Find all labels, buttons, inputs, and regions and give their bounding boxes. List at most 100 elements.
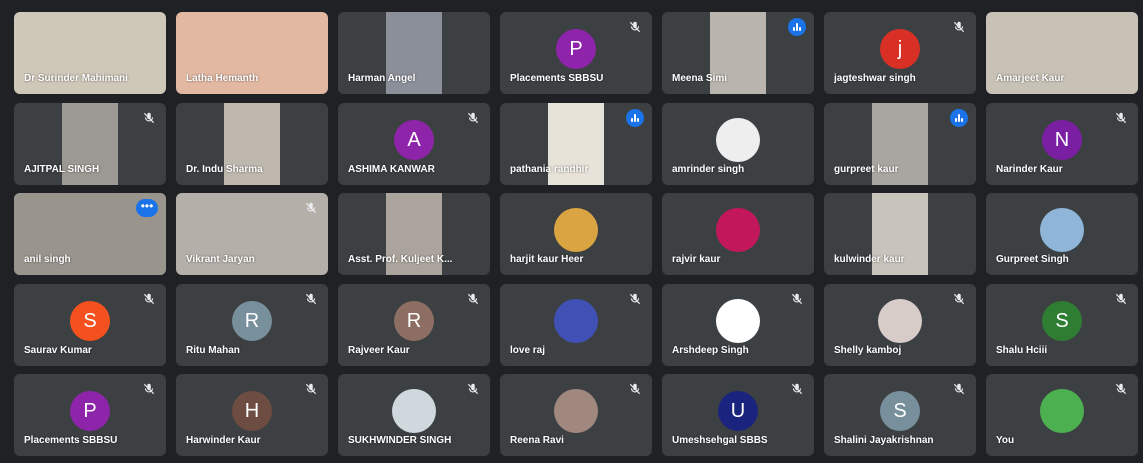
- participant-profile-photo: [878, 298, 922, 343]
- participant-tile-ashima-kanwar[interactable]: A ASHIMA KANWAR: [338, 102, 490, 185]
- participant-name: Harman Angel: [348, 73, 416, 84]
- mic-off-icon: [629, 383, 641, 395]
- participant-avatar: U: [718, 391, 758, 431]
- mic-off-icon: [791, 383, 803, 395]
- speaking-indicator-icon: [626, 108, 644, 127]
- participant-profile-photo: [554, 208, 598, 252]
- participant-name: rajvir kaur: [672, 254, 721, 265]
- participant-name: Saurav Kumar: [24, 344, 92, 356]
- participant-profile-photo: [716, 208, 760, 252]
- participant-name: ASHIMA KANWAR: [348, 163, 435, 175]
- participant-name: Narinder Kaur: [996, 163, 1063, 175]
- mic-off-icon: [305, 202, 317, 214]
- mic-off-icon: [791, 293, 803, 304]
- participant-name: Ritu Mahan: [186, 344, 240, 356]
- mic-off-icon: [143, 112, 155, 123]
- participant-profile-photo: [716, 298, 760, 343]
- participant-tile-rajveer-kaur[interactable]: R Rajveer Kaur: [338, 283, 490, 366]
- mic-off-icon: [953, 293, 965, 304]
- participant-tile-harjit-kaur-heer[interactable]: harjit kaur Heer: [500, 193, 652, 275]
- participant-tile-amrinder-singh[interactable]: amrinder singh: [662, 102, 814, 185]
- participant-avatar: j: [880, 29, 920, 69]
- participant-tile-meena-simi[interactable]: Meena Simi: [662, 12, 814, 94]
- mic-off-icon: [467, 112, 479, 123]
- participant-tile-saurav-kumar[interactable]: S Saurav Kumar: [14, 283, 166, 366]
- participant-name: You: [996, 435, 1015, 446]
- participant-tile-ajitpal-singh[interactable]: AJITPAL SINGH: [14, 102, 166, 185]
- speaking-indicator-icon: [788, 18, 806, 36]
- participant-avatar: A: [394, 119, 434, 160]
- mic-off-icon: [629, 21, 641, 33]
- more-options-icon[interactable]: •••: [136, 199, 158, 217]
- mic-off-icon: [143, 383, 155, 395]
- mic-off-icon: [143, 293, 155, 304]
- participant-avatar: H: [232, 391, 272, 431]
- participant-tile-shalini-jayakrishnan[interactable]: S Shalini Jayakrishnan: [824, 374, 976, 456]
- participant-tile-ritu-mahan[interactable]: R Ritu Mahan: [176, 283, 328, 366]
- mic-off-icon: [305, 293, 317, 304]
- participant-profile-photo: [1040, 208, 1084, 252]
- participant-avatar: N: [1042, 119, 1082, 160]
- participant-name: Asst. Prof. Kuljeet K...: [348, 254, 453, 265]
- participant-avatar: P: [70, 391, 110, 431]
- mic-off-icon: [305, 383, 317, 395]
- participant-tile-placements-sbbsu[interactable]: P Placements SBBSU: [500, 12, 652, 94]
- participant-tile-reena-ravi[interactable]: Reena Ravi: [500, 374, 652, 456]
- participant-tile-arshdeep-singh[interactable]: Arshdeep Singh: [662, 283, 814, 366]
- participant-name: Arshdeep Singh: [672, 344, 749, 356]
- participant-name: Vikrant Jaryan: [186, 254, 255, 265]
- participant-tile-anil-singh[interactable]: ••• anil singh: [14, 193, 166, 275]
- participant-tile-you[interactable]: You: [986, 374, 1138, 456]
- participant-name: Dr Surinder Mahimani: [24, 73, 128, 84]
- participant-tile-latha-hemanth[interactable]: Latha Hemanth: [176, 12, 328, 94]
- participant-tile-gurpreet-singh[interactable]: Gurpreet Singh: [986, 193, 1138, 275]
- participant-name: pathania randhir: [510, 163, 589, 175]
- participant-tile-pathania-randhir[interactable]: pathania randhir: [500, 102, 652, 185]
- participant-name: kulwinder kaur: [834, 254, 905, 265]
- participant-avatar: R: [232, 300, 272, 341]
- participant-profile-photo: [554, 389, 598, 433]
- participant-avatar: S: [880, 391, 920, 431]
- participant-tile-harman-angel[interactable]: Harman Angel: [338, 12, 490, 94]
- participant-profile-photo: [1040, 389, 1084, 433]
- participant-tile-love-raj[interactable]: love raj: [500, 283, 652, 366]
- participant-name: love raj: [510, 344, 546, 356]
- participant-name: Placements SBBSU: [24, 435, 118, 446]
- participant-name: Shalu Hciii: [996, 344, 1048, 356]
- participant-avatar: R: [394, 300, 434, 341]
- speaking-indicator-icon: [950, 108, 968, 127]
- participant-name: SUKHWINDER SINGH: [348, 435, 452, 446]
- mic-off-icon: [1115, 112, 1127, 123]
- participant-name: Reena Ravi: [510, 435, 564, 446]
- mic-off-icon: [1115, 293, 1127, 304]
- participant-tile-kulwinder-kaur[interactable]: kulwinder kaur: [824, 193, 976, 275]
- participant-grid: Dr Surinder Mahimani Latha Hemanth Harman …: [14, 12, 1140, 456]
- mic-off-icon: [467, 383, 479, 395]
- participant-tile-narinder-kaur[interactable]: N Narinder Kaur: [986, 102, 1138, 185]
- participant-tile-shalu-hciii[interactable]: S Shalu Hciii: [986, 283, 1138, 366]
- participant-tile-rajvir-kaur[interactable]: rajvir kaur: [662, 193, 814, 275]
- participant-tile-umeshsehgal-sbbs[interactable]: U Umeshsehgal SBBS: [662, 374, 814, 456]
- participant-name: Gurpreet Singh: [996, 254, 1069, 265]
- participant-name: Shelly kamboj: [834, 344, 902, 356]
- participant-tile-placements-sbbsu[interactable]: P Placements SBBSU: [14, 374, 166, 456]
- participant-tile-asst-prof-kuljeet-k[interactable]: Asst. Prof. Kuljeet K...: [338, 193, 490, 275]
- participant-name: jagteshwar singh: [834, 73, 916, 84]
- participant-name: anil singh: [24, 254, 71, 265]
- participant-tile-amarjeet-kaur[interactable]: Amarjeet Kaur: [986, 12, 1138, 94]
- participant-tile-gurpreet-kaur[interactable]: gurpreet kaur: [824, 102, 976, 185]
- participant-tile-dr-indu-sharma[interactable]: Dr. Indu Sharma: [176, 102, 328, 185]
- participant-name: Latha Hemanth: [186, 73, 259, 84]
- participant-tile-sukhwinder-singh[interactable]: SUKHWINDER SINGH: [338, 374, 490, 456]
- participant-tile-harwinder-kaur[interactable]: H Harwinder Kaur: [176, 374, 328, 456]
- participant-name: Umeshsehgal SBBS: [672, 435, 768, 446]
- participant-tile-shelly-kamboj[interactable]: Shelly kamboj: [824, 283, 976, 366]
- mic-off-icon: [953, 21, 965, 33]
- participant-tile-vikrant-jaryan[interactable]: Vikrant Jaryan: [176, 193, 328, 275]
- participant-name: gurpreet kaur: [834, 163, 899, 175]
- participant-tile-dr-surinder-mahimani[interactable]: Dr Surinder Mahimani: [14, 12, 166, 94]
- participant-name: amrinder singh: [672, 163, 745, 175]
- participant-tile-jagteshwar-singh[interactable]: j jagteshwar singh: [824, 12, 976, 94]
- participant-profile-photo: [392, 389, 436, 433]
- mic-off-icon: [953, 383, 965, 395]
